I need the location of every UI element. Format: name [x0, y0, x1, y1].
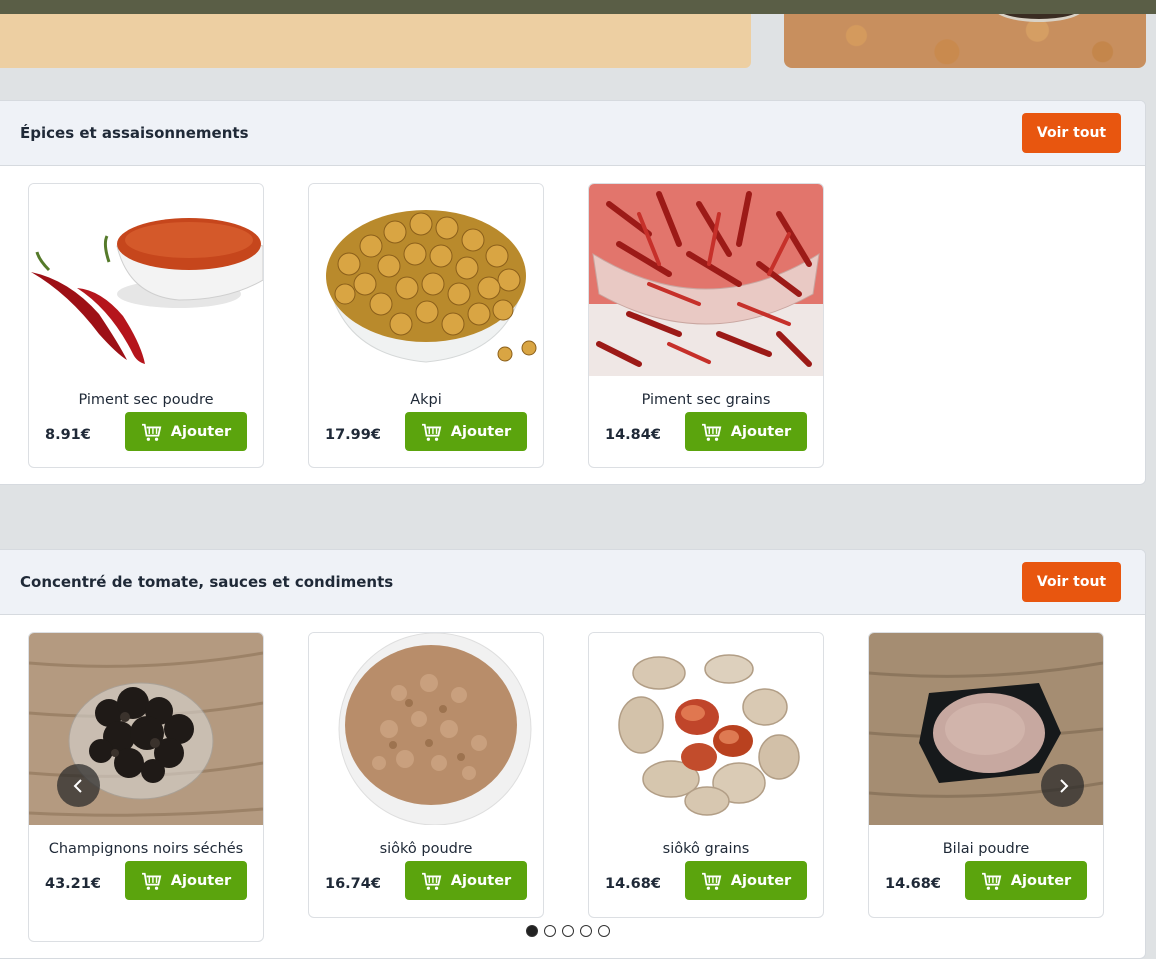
- product-price: 14.84€: [605, 427, 661, 443]
- add-to-cart-button[interactable]: Ajouter: [405, 412, 527, 451]
- add-to-cart-button[interactable]: Ajouter: [125, 412, 247, 451]
- cart-icon: [421, 423, 442, 441]
- top-navigation-bar: [0, 0, 1156, 14]
- add-to-cart-button[interactable]: Ajouter: [125, 861, 247, 900]
- product-price: 43.21€: [45, 876, 101, 892]
- section-title: Concentré de tomate, sauces et condiment…: [20, 573, 394, 591]
- product-name[interactable]: Bilai poudre: [869, 837, 1103, 861]
- add-to-cart-label: Ajouter: [1010, 872, 1072, 889]
- bowl-image: [994, 14, 1084, 22]
- cart-icon: [141, 423, 162, 441]
- add-to-cart-label: Ajouter: [730, 423, 792, 440]
- add-to-cart-label: Ajouter: [730, 872, 792, 889]
- product-image[interactable]: [589, 633, 823, 825]
- cart-icon: [141, 872, 162, 890]
- sioko-grains-image: [589, 633, 823, 825]
- add-to-cart-label: Ajouter: [450, 872, 512, 889]
- carousel-pagination: [526, 925, 610, 937]
- product-price: 14.68€: [885, 876, 941, 892]
- product-name[interactable]: siôkô grains: [589, 837, 823, 861]
- product-image[interactable]: [589, 184, 823, 376]
- add-to-cart-button[interactable]: Ajouter: [965, 861, 1087, 900]
- add-to-cart-button[interactable]: Ajouter: [685, 861, 807, 900]
- dried-chili-image: [589, 184, 823, 376]
- product-card[interactable]: siôkô grains 14.68€ Ajouter: [588, 632, 824, 918]
- see-all-button[interactable]: Voir tout: [1022, 562, 1121, 602]
- product-name[interactable]: Champignons noirs séchés: [29, 837, 263, 861]
- add-to-cart-label: Ajouter: [170, 872, 232, 889]
- see-all-button[interactable]: Voir tout: [1022, 113, 1121, 153]
- akpi-seeds-image: [309, 184, 543, 376]
- carousel-dot[interactable]: [544, 925, 556, 937]
- product-image[interactable]: [309, 633, 543, 825]
- carousel-dot[interactable]: [580, 925, 592, 937]
- cart-icon: [981, 872, 1002, 890]
- product-price: 14.68€: [605, 876, 661, 892]
- chevron-left-icon: [73, 778, 82, 793]
- product-card[interactable]: siôkô poudre 16.74€ Ajouter: [308, 632, 544, 918]
- add-to-cart-button[interactable]: Ajouter: [405, 861, 527, 900]
- carousel-dot[interactable]: [562, 925, 574, 937]
- cart-icon: [421, 872, 442, 890]
- category-section-condiments: Concentré de tomate, sauces et condiment…: [0, 549, 1146, 959]
- carousel-dot[interactable]: [598, 925, 610, 937]
- cart-icon: [701, 423, 722, 441]
- carousel-prev-button[interactable]: [57, 764, 100, 807]
- hero-banner-left[interactable]: [0, 14, 751, 68]
- add-to-cart-label: Ajouter: [170, 423, 232, 440]
- product-name[interactable]: Akpi: [309, 388, 543, 412]
- carousel-dot[interactable]: [526, 925, 538, 937]
- add-to-cart-button[interactable]: Ajouter: [685, 412, 807, 451]
- product-name[interactable]: Piment sec grains: [589, 388, 823, 412]
- product-name[interactable]: Piment sec poudre: [29, 388, 263, 412]
- hero-banner-right[interactable]: [784, 14, 1146, 68]
- cart-icon: [701, 872, 722, 890]
- product-card[interactable]: Piment sec grains 14.84€ Ajouter: [588, 183, 824, 468]
- carousel-next-button[interactable]: [1041, 764, 1084, 807]
- add-to-cart-label: Ajouter: [450, 423, 512, 440]
- product-card[interactable]: Piment sec poudre 8.91€ Ajouter: [28, 183, 264, 468]
- product-name[interactable]: siôkô poudre: [309, 837, 543, 861]
- section-title: Épices et assaisonnements: [20, 124, 249, 142]
- category-section-epices: Épices et assaisonnements Voir tout Pime…: [0, 100, 1146, 485]
- section-header: Concentré de tomate, sauces et condiment…: [0, 550, 1145, 615]
- product-price: 8.91€: [45, 427, 91, 443]
- sioko-powder-image: [309, 633, 543, 825]
- chili-powder-image: [29, 184, 263, 376]
- section-header: Épices et assaisonnements Voir tout: [0, 101, 1145, 166]
- product-price: 17.99€: [325, 427, 381, 443]
- product-card[interactable]: Akpi 17.99€ Ajouter: [308, 183, 544, 468]
- product-image[interactable]: [29, 184, 263, 376]
- chevron-right-icon: [1059, 778, 1068, 793]
- product-image[interactable]: [309, 184, 543, 376]
- product-price: 16.74€: [325, 876, 381, 892]
